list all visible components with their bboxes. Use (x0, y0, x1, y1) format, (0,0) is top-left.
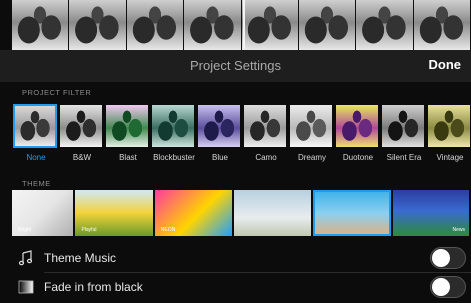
playhead[interactable] (243, 0, 245, 52)
fade-gradient-icon (18, 280, 34, 294)
filter-label: Blockbuster (153, 153, 195, 162)
theme-item-playful[interactable]: Playful (75, 190, 153, 236)
theme-tag: NEON (160, 227, 176, 233)
filter-thumbnail (197, 104, 241, 148)
theme-music-label: Theme Music (44, 251, 117, 265)
theme-item-travel[interactable] (234, 190, 312, 236)
music-note-icon (18, 250, 33, 266)
filter-thumbnail (243, 104, 287, 148)
toggle-knob (432, 278, 450, 296)
timeline-filmstrip[interactable] (12, 0, 471, 50)
timeline-frame (356, 0, 414, 50)
filter-thumbnail (289, 104, 333, 148)
project-filter-list: None B&W Blast Blockbuster Blue Camo Dreamy Duo… (13, 104, 471, 164)
filter-item[interactable]: None (13, 104, 59, 164)
filter-item[interactable]: Duotone (335, 104, 381, 164)
theme-music-row: Theme Music (0, 244, 471, 272)
filter-label: Silent Era (386, 153, 422, 162)
filter-thumbnail (335, 104, 379, 148)
filter-item[interactable]: Vintage (427, 104, 471, 164)
filter-thumbnail (381, 104, 425, 148)
filter-label: Duotone (342, 153, 374, 162)
toggle-knob (432, 249, 450, 267)
fade-from-black-row: Fade in from black (0, 273, 471, 301)
fade-from-black-toggle[interactable] (430, 276, 466, 298)
theme-tag: News (452, 227, 466, 233)
filter-item[interactable]: Silent Era (381, 104, 427, 164)
done-button[interactable]: Done (429, 57, 462, 72)
theme-list: Bright Playful NEON News (12, 190, 471, 236)
filter-thumbnail (13, 104, 57, 148)
filter-label: B&W (72, 153, 92, 162)
timeline-frame (69, 0, 127, 50)
filter-label: None (26, 153, 46, 162)
theme-item-simple[interactable] (313, 190, 391, 236)
timeline-frame (413, 0, 471, 50)
settings-header: Project Settings Done (0, 50, 471, 82)
filter-item[interactable]: Blue (197, 104, 243, 164)
filter-item[interactable]: Dreamy (289, 104, 335, 164)
filter-thumbnail (59, 104, 103, 148)
fade-from-black-label: Fade in from black (44, 280, 143, 294)
theme-section-label: THEME (22, 179, 51, 188)
theme-item-news[interactable]: News (392, 190, 470, 236)
filter-thumbnail (105, 104, 149, 148)
theme-tag: Playful (81, 227, 97, 233)
filter-label: Camo (255, 153, 277, 162)
timeline-frame (298, 0, 357, 50)
filter-item[interactable]: B&W (59, 104, 105, 164)
filter-item[interactable]: Blast (105, 104, 151, 164)
filter-label: Dreamy (297, 153, 326, 162)
filter-label: Blast (119, 153, 137, 162)
theme-tag: Bright (18, 227, 32, 233)
filter-item[interactable]: Blockbuster (151, 104, 197, 164)
theme-item-neon[interactable]: NEON (154, 190, 233, 236)
filter-label: Vintage (436, 153, 464, 162)
filter-item[interactable]: Camo (243, 104, 289, 164)
project-filter-section-label: PROJECT FILTER (22, 88, 92, 97)
timeline-frame (184, 0, 242, 50)
filter-thumbnail (151, 104, 195, 148)
timeline-frame (12, 0, 70, 50)
page-title: Project Settings (189, 58, 282, 73)
theme-music-toggle[interactable] (430, 247, 466, 269)
timeline-frame (241, 0, 299, 50)
theme-item-bright[interactable]: Bright (12, 190, 74, 236)
filter-thumbnail (427, 104, 471, 148)
timeline-frame (126, 0, 185, 50)
filter-label: Blue (211, 153, 228, 162)
